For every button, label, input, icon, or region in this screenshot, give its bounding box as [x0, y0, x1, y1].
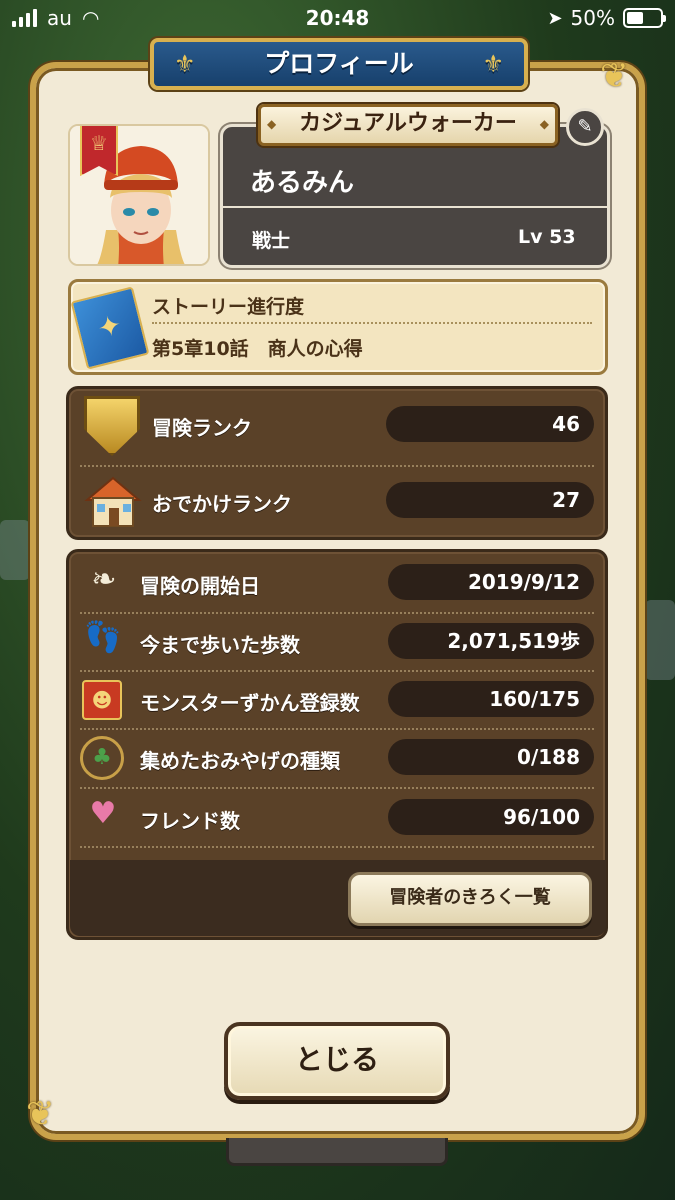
house-icon [80, 470, 146, 532]
divider [222, 206, 608, 208]
battery-percent: 50% [570, 6, 615, 30]
record-label: フレンド数 [140, 809, 240, 833]
record-label: 今まで歩いた歩数 [140, 633, 300, 657]
level-label: Lv 53 [518, 226, 576, 248]
background-path [645, 600, 675, 680]
rank-value: 27 [386, 482, 594, 518]
footprints-icon: 👣 [84, 620, 122, 655]
fleur-de-lis-icon: ⚜ [174, 50, 196, 78]
bottom-tab [226, 1138, 448, 1166]
handshake-icon: ♥ [89, 796, 117, 831]
record-label: モンスターずかん登録数 [140, 691, 360, 715]
record-label: 集めたおみやげの種類 [140, 749, 340, 773]
record-value: 160/175 [388, 681, 594, 717]
wing-feather-icon: ❧ [91, 562, 117, 597]
dotted-divider [80, 787, 594, 789]
record-value: 96/100 [388, 799, 594, 835]
story-chapter: 第5章10話 商人の心得 [152, 338, 363, 360]
header-banner: ⚜ プロフィール ⚜ [150, 38, 528, 90]
fleur-de-lis-icon: ⚜ [482, 50, 504, 78]
status-bar: au ◠ 20:48 ➤ 50% [0, 0, 675, 36]
corner-ornament-icon: ❦ [600, 56, 629, 96]
record-value: 2019/9/12 [388, 564, 594, 600]
location-arrow-icon: ➤ [547, 7, 563, 29]
record-value: 2,071,519歩 [388, 623, 594, 659]
job-label: 戦士 [252, 230, 291, 252]
dotted-divider [80, 670, 594, 672]
background-path [0, 520, 30, 580]
monster-book-icon: ☻ [82, 680, 122, 720]
dotted-divider [80, 728, 594, 730]
adventurer-records-list-button[interactable]: 冒険者のきろく一覧 [348, 872, 592, 926]
record-value: 0/188 [388, 739, 594, 775]
edit-title-button[interactable]: ✎ [566, 108, 604, 146]
dotted-divider [80, 612, 594, 614]
record-label: 冒険の開始日 [140, 574, 260, 598]
pen-icon: ✎ [577, 116, 593, 137]
title-ribbon: カジュアルウォーカー [258, 104, 558, 146]
corner-ornament-icon: ❦ [26, 1094, 55, 1134]
japan-map-icon: ♣ [80, 736, 124, 780]
page-title: プロフィール [264, 49, 414, 78]
dotted-divider [80, 846, 594, 848]
rank-label: おでかけランク [152, 492, 292, 516]
battery-icon [623, 8, 666, 28]
battery-fill [627, 12, 643, 24]
story-progress-label: ストーリー進行度 [152, 296, 305, 318]
dotted-divider [152, 322, 592, 324]
close-button[interactable]: とじる [224, 1022, 450, 1100]
rank-value: 46 [386, 406, 594, 442]
player-name: あるみん [250, 168, 355, 198]
dotted-divider [80, 465, 594, 467]
avatar[interactable]: ♕ [68, 124, 210, 266]
rank-label: 冒険ランク [152, 416, 252, 440]
